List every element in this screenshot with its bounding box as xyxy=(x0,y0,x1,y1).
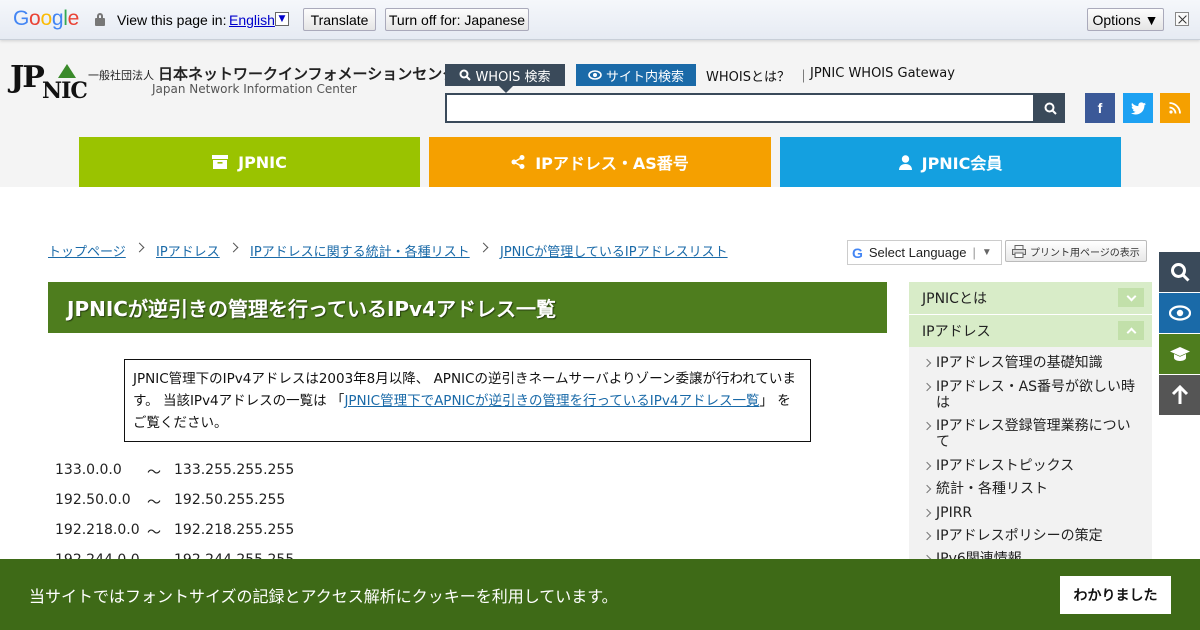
eye-icon xyxy=(1168,305,1191,321)
chevron-right-icon xyxy=(478,242,489,253)
sidebar-item[interactable]: 統計・各種リスト xyxy=(936,481,1141,497)
graduation-cap-icon xyxy=(1169,347,1190,361)
tab-site-search[interactable]: サイト内検索 xyxy=(576,64,696,86)
print-button[interactable]: プリント用ページの表示 xyxy=(1005,240,1147,262)
eye-icon xyxy=(588,70,602,80)
breadcrumb-list[interactable]: JPNICが管理しているIPアドレスリスト xyxy=(500,241,728,260)
tab-whois-search[interactable]: WHOIS 検索 xyxy=(445,64,565,93)
sidebar-item[interactable]: IPアドレス管理の基礎知識 xyxy=(936,355,1141,371)
sidebar-item[interactable]: IPアドレス登録管理業務について xyxy=(936,418,1141,450)
link-separator: ｜ xyxy=(797,70,811,85)
search-icon xyxy=(1044,102,1057,115)
range-sep: ～ xyxy=(147,465,161,481)
share-icon xyxy=(511,155,525,169)
page-title: JPNICが逆引きの管理を行っているIPv4アドレス一覧 xyxy=(48,282,887,333)
nav-member[interactable]: JPNIC会員 xyxy=(780,137,1121,187)
range-sep: ～ xyxy=(147,525,161,541)
nav-jpnic[interactable]: JPNIC xyxy=(79,137,420,187)
breadcrumb-top[interactable]: トップページ xyxy=(48,241,126,260)
range-end: 192.218.255.255 xyxy=(174,522,295,538)
range-start: 192.218.0.0 xyxy=(55,522,140,538)
float-accessibility-button[interactable] xyxy=(1159,293,1200,333)
breadcrumb-stats[interactable]: IPアドレスに関する統計・各種リスト xyxy=(250,241,470,260)
chevron-right-icon xyxy=(134,242,145,253)
jpnic-logo[interactable]: JP NIC xyxy=(10,60,88,104)
printer-icon xyxy=(1012,244,1026,258)
search-icon xyxy=(459,69,472,81)
float-learning-button[interactable] xyxy=(1159,334,1200,374)
chevron-down-icon: ▼ xyxy=(981,247,992,258)
range-end: 133.255.255.255 xyxy=(174,462,295,478)
language-select[interactable]: English xyxy=(229,12,275,28)
google-translate-bar: Google View this page in: English ▼ Tran… xyxy=(0,0,1200,40)
search-button[interactable] xyxy=(1035,93,1065,123)
sidebar-item[interactable]: JPIRR xyxy=(936,505,1141,521)
rss-icon[interactable] xyxy=(1160,93,1190,123)
chevron-down-icon[interactable] xyxy=(1118,288,1144,307)
chevron-up-icon[interactable] xyxy=(1118,321,1144,340)
translate-button[interactable]: Translate xyxy=(303,8,376,31)
breadcrumb-ip[interactable]: IPアドレス xyxy=(156,241,220,260)
sidebar-section-ip[interactable]: IPアドレス xyxy=(909,315,1152,347)
nav-ip-address[interactable]: IPアドレス・AS番号 xyxy=(429,137,771,187)
chevron-right-icon xyxy=(228,242,239,253)
select-language-dropdown[interactable]: G Select Language | ▼ xyxy=(847,240,1002,265)
logo-triangle-icon xyxy=(58,64,76,78)
org-name-en: Japan Network Information Center xyxy=(152,82,357,96)
site-header: JP NIC 一般社団法人 日本ネットワークインフォメーションセンター Japan… xyxy=(0,40,1200,187)
twitter-icon[interactable] xyxy=(1123,93,1153,123)
search-icon xyxy=(1170,263,1190,282)
org-name: 一般社団法人 日本ネットワークインフォメーションセンター xyxy=(88,65,473,83)
cookie-accept-button[interactable]: わかりました xyxy=(1060,576,1171,614)
google-logo: Google xyxy=(13,7,79,30)
sidebar-section-jpnic[interactable]: JPNICとは xyxy=(909,282,1152,314)
google-g-icon: G xyxy=(852,244,863,261)
sidebar-item[interactable]: IPアドレス・AS番号が欲しい時は xyxy=(936,379,1141,411)
range-sep: ～ xyxy=(147,495,161,511)
lock-icon xyxy=(95,13,105,26)
link-whois-gateway[interactable]: JPNIC WHOIS Gateway xyxy=(810,66,955,81)
language-dropdown-icon[interactable]: ▼ xyxy=(275,12,289,26)
sidebar-item[interactable]: IPアドレストピックス xyxy=(936,458,1141,474)
view-in-label: View this page in: xyxy=(117,12,227,28)
link-whois-about[interactable]: WHOISとは？ xyxy=(706,66,790,85)
cookie-banner: 当サイトではフォントサイズの記録とアクセス解析にクッキーを利用しています。 わか… xyxy=(0,559,1200,630)
archive-icon xyxy=(212,155,229,169)
sidebar-item[interactable]: IPアドレスポリシーの策定 xyxy=(936,528,1141,544)
user-icon xyxy=(898,154,912,170)
close-icon[interactable] xyxy=(1175,12,1189,26)
float-pagetop-button[interactable] xyxy=(1159,375,1200,415)
search-input[interactable] xyxy=(445,93,1035,123)
range-start: 133.0.0.0 xyxy=(55,462,122,478)
options-button[interactable]: Options ▼ xyxy=(1087,8,1164,31)
arrow-up-icon xyxy=(1171,385,1188,404)
cookie-text: 当サイトではフォントサイズの記録とアクセス解析にクッキーを利用しています。 xyxy=(29,587,618,606)
float-search-button[interactable] xyxy=(1159,252,1200,292)
notice-link[interactable]: JPNIC管理下でAPNICが逆引きの管理を行っているIPv4アドレス一覧 xyxy=(344,393,759,409)
facebook-icon[interactable]: f xyxy=(1085,93,1115,123)
turn-off-button[interactable]: Turn off for: Japanese xyxy=(385,8,529,31)
notice-box: JPNIC管理下のIPv4アドレスは2003年8月以降、 APNICの逆引きネー… xyxy=(124,359,811,442)
range-start: 192.50.0.0 xyxy=(55,492,131,508)
range-end: 192.50.255.255 xyxy=(174,492,286,508)
